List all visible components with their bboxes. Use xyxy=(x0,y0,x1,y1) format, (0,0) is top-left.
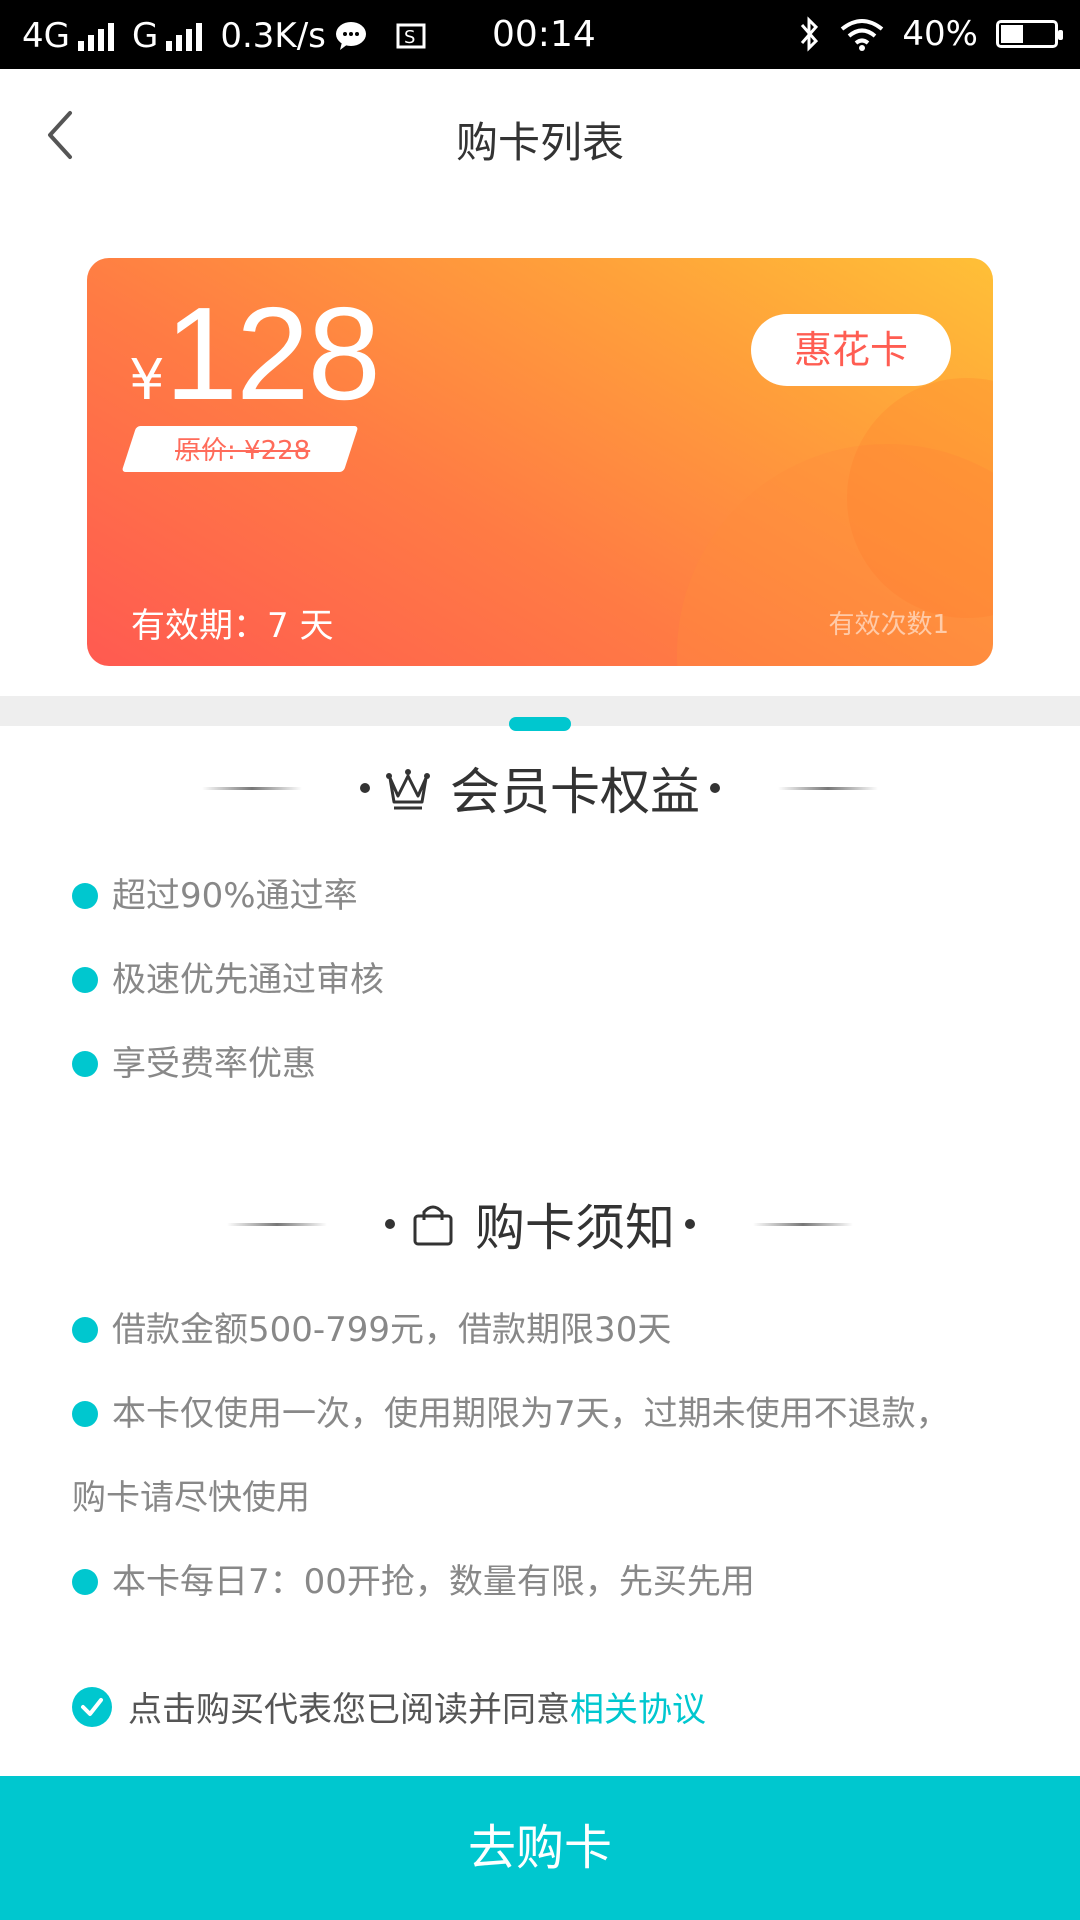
card-type-badge: 惠花卡 xyxy=(751,314,951,386)
bullet-dot xyxy=(72,1401,98,1427)
list-item: 极速优先通过审核 xyxy=(72,952,384,1001)
status-right: 40% xyxy=(798,14,1063,54)
battery-percent: 40% xyxy=(902,14,978,54)
benefits-title: 会员卡权益 xyxy=(450,763,700,821)
page-title: 购卡列表 xyxy=(455,118,624,167)
status-left: 4G G 0.3K/s S xyxy=(22,16,430,56)
agreement-row: 点击购买代表您已阅读并同意 相关协议 xyxy=(72,1682,706,1731)
network-type-1: 4G xyxy=(22,16,70,56)
bluetooth-icon xyxy=(801,16,819,52)
chat-bubble-icon xyxy=(335,22,366,50)
heading-dot xyxy=(385,1219,395,1229)
signal-icon-1 xyxy=(77,21,114,51)
bullet-dot xyxy=(72,1051,98,1077)
buy-card-button[interactable]: 去购卡 xyxy=(0,1776,1080,1920)
check-icon xyxy=(81,1697,103,1716)
original-price: 原价: ¥228 xyxy=(175,436,311,466)
list-item-continued: 购卡请尽快使用 xyxy=(72,1478,310,1518)
card-usage-times: 有效次数1 xyxy=(828,610,949,640)
notice-heading: 购卡须知 xyxy=(0,1188,1080,1260)
agreement-link[interactable]: 相关协议 xyxy=(570,1682,706,1731)
benefits-heading: 会员卡权益 xyxy=(0,752,1080,824)
carousel-indicator xyxy=(509,717,571,731)
list-item: 超过90%通过率 xyxy=(72,868,358,917)
wifi-icon xyxy=(841,19,884,51)
agree-checkbox[interactable] xyxy=(72,1686,112,1727)
heading-line-left xyxy=(227,1222,327,1226)
membership-card[interactable]: ¥128 原价: ¥228 惠花卡 有效期：7 天 有效次数1 xyxy=(87,258,993,666)
list-item: 本卡仅使用一次，使用期限为7天，过期未使用不退款， xyxy=(72,1386,950,1435)
bullet-dot xyxy=(72,1317,98,1343)
signal-icon-2 xyxy=(166,21,203,51)
status-bar: 4G G 0.3K/s S 00:14 40% xyxy=(0,0,1080,69)
screenshot-icon: S xyxy=(396,23,426,49)
bullet-dot xyxy=(72,1569,98,1595)
nav-header: 购卡列表 xyxy=(0,69,1080,199)
status-time: 00:14 xyxy=(492,14,596,55)
svg-text:S: S xyxy=(404,27,415,48)
shopping-bag-icon xyxy=(413,1205,453,1246)
heading-dot xyxy=(685,1219,695,1229)
price-value: 128 xyxy=(164,280,381,427)
heading-dot xyxy=(710,783,720,793)
card-price: ¥128 xyxy=(129,288,381,420)
network-speed: 0.3K/s xyxy=(220,16,326,56)
card-validity: 有效期：7 天 xyxy=(131,606,334,646)
crown-icon xyxy=(386,769,430,810)
bullet-dot xyxy=(72,883,98,909)
notice-title: 购卡须知 xyxy=(475,1199,675,1257)
heading-line-left xyxy=(202,786,302,790)
list-item: 享受费率优惠 xyxy=(72,1036,316,1085)
heading-line-right xyxy=(778,786,878,790)
list-item: 借款金额500-799元，借款期限30天 xyxy=(72,1302,671,1351)
agreement-text: 点击购买代表您已阅读并同意 xyxy=(128,1690,570,1730)
network-type-2: G xyxy=(131,16,159,56)
battery-icon xyxy=(996,20,1063,48)
heading-dot xyxy=(360,783,370,793)
list-item: 本卡每日7：00开抢，数量有限，先买先用 xyxy=(72,1554,755,1603)
heading-line-right xyxy=(753,1222,853,1226)
bullet-dot xyxy=(72,967,98,993)
currency-symbol: ¥ xyxy=(129,348,165,413)
